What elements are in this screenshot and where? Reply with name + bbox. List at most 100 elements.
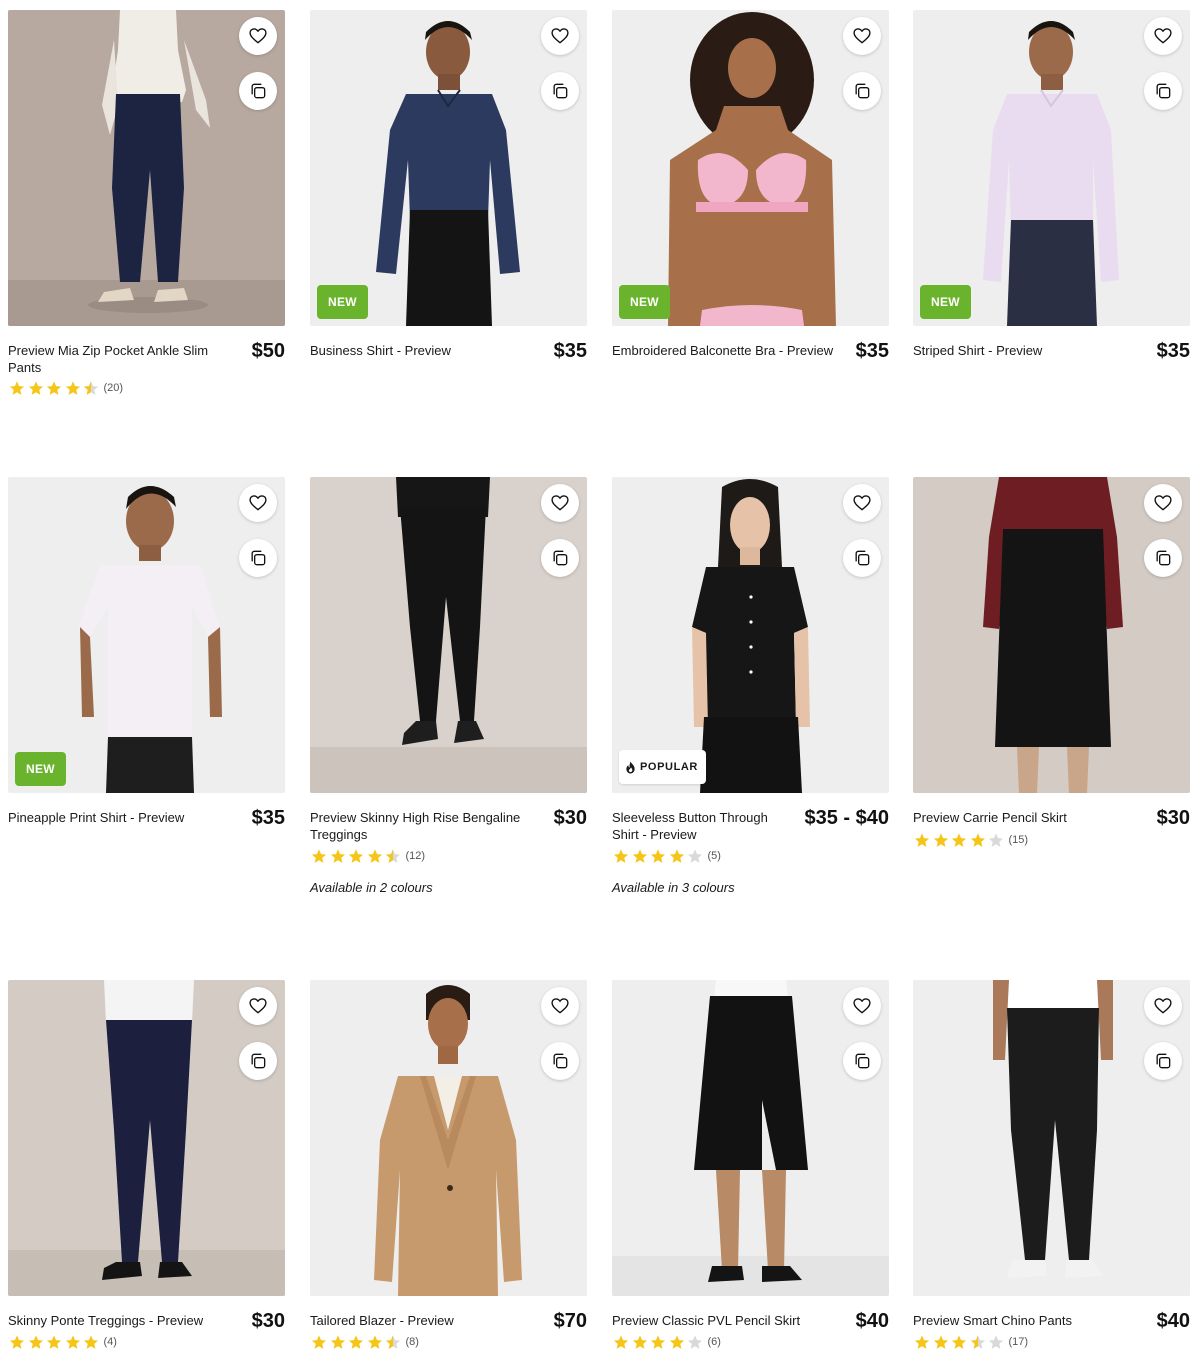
product-image[interactable] — [612, 980, 889, 1296]
star-rating — [913, 832, 1006, 849]
review-count: (17) — [1008, 1336, 1029, 1348]
copy-icon — [855, 83, 870, 99]
product-name[interactable]: Business Shirt - Preview — [310, 342, 522, 359]
star-rating — [913, 1334, 1006, 1351]
product-photo — [310, 10, 587, 326]
product-rating[interactable]: (5) — [612, 847, 721, 865]
star-empty-icon — [988, 832, 1004, 847]
star-rating — [310, 848, 403, 865]
wishlist-button[interactable] — [541, 17, 579, 55]
quick-view-button[interactable] — [1144, 72, 1182, 110]
product-photo — [612, 10, 889, 326]
new-badge: NEW — [317, 285, 368, 319]
product-image[interactable]: POPULAR — [612, 477, 889, 793]
quick-view-button[interactable] — [239, 539, 277, 577]
quick-view-button[interactable] — [239, 72, 277, 110]
product-price: $70 — [553, 1310, 587, 1332]
star-icon — [330, 1334, 345, 1349]
wishlist-button[interactable] — [843, 484, 881, 522]
star-icon — [65, 1334, 80, 1349]
star-empty-icon — [988, 1334, 1004, 1349]
product-image[interactable] — [8, 980, 285, 1296]
star-icon — [914, 832, 930, 847]
product-image[interactable] — [8, 10, 285, 326]
product-name[interactable]: Skinny Ponte Treggings - Preview — [8, 1312, 220, 1329]
product-image[interactable]: NEW — [310, 10, 587, 326]
wishlist-button[interactable] — [541, 484, 579, 522]
star-half-icon — [385, 1334, 401, 1349]
wishlist-button[interactable] — [1144, 987, 1182, 1025]
popular-badge-label: POPULAR — [640, 761, 698, 773]
product-rating[interactable]: (15) — [913, 831, 1028, 849]
quick-view-button[interactable] — [1144, 539, 1182, 577]
wishlist-button[interactable] — [843, 987, 881, 1025]
copy-icon — [855, 1053, 870, 1069]
star-icon — [650, 1334, 666, 1349]
star-icon — [28, 380, 43, 395]
star-rating — [8, 380, 101, 397]
star-icon — [613, 1334, 629, 1349]
star-icon — [367, 1334, 382, 1349]
product-image[interactable]: NEW — [913, 10, 1190, 326]
quick-view-button[interactable] — [843, 72, 881, 110]
product-name[interactable]: Tailored Blazer - Preview — [310, 1312, 522, 1329]
product-image[interactable] — [310, 477, 587, 793]
copy-icon — [251, 83, 266, 99]
product-rating[interactable]: (20) — [8, 379, 123, 397]
quick-view-button[interactable] — [843, 539, 881, 577]
product-name[interactable]: Embroidered Balconette Bra - Preview — [612, 342, 847, 359]
copy-icon — [251, 550, 266, 566]
review-count: (15) — [1008, 834, 1029, 846]
product-rating[interactable]: (6) — [612, 1333, 721, 1351]
quick-view-button[interactable] — [239, 1042, 277, 1080]
product-rating[interactable]: (4) — [8, 1333, 117, 1351]
star-icon — [669, 1334, 684, 1349]
wishlist-button[interactable] — [843, 17, 881, 55]
product-image[interactable]: NEW — [8, 477, 285, 793]
quick-view-button[interactable] — [541, 1042, 579, 1080]
quick-view-button[interactable] — [843, 1042, 881, 1080]
wishlist-button[interactable] — [1144, 484, 1182, 522]
product-name[interactable]: Sleeveless Button Through Shirt - Previe… — [612, 809, 782, 843]
product-image[interactable] — [913, 477, 1190, 793]
quick-view-button[interactable] — [541, 539, 579, 577]
star-icon — [951, 1334, 967, 1349]
product-name[interactable]: Preview Mia Zip Pocket Ankle Slim Pants — [8, 342, 220, 376]
product-name[interactable]: Pineapple Print Shirt - Preview — [8, 809, 220, 826]
wishlist-button[interactable] — [239, 987, 277, 1025]
wishlist-button[interactable] — [239, 484, 277, 522]
star-icon — [613, 848, 629, 863]
product-image[interactable] — [310, 980, 587, 1296]
product-name[interactable]: Preview Smart Chino Pants — [913, 1312, 1125, 1329]
product-photo — [612, 980, 889, 1296]
product-name[interactable]: Preview Classic PVL Pencil Skirt — [612, 1312, 824, 1329]
wishlist-button[interactable] — [1144, 17, 1182, 55]
copy-icon — [1156, 83, 1171, 99]
product-name[interactable]: Preview Skinny High Rise Bengaline Tregg… — [310, 809, 522, 843]
product-rating[interactable]: (12) — [310, 847, 425, 865]
quick-view-button[interactable] — [1144, 1042, 1182, 1080]
heart-icon — [551, 28, 569, 44]
product-rating[interactable]: (8) — [310, 1333, 419, 1351]
product-photo — [8, 980, 285, 1296]
product-photo — [8, 10, 285, 326]
product-name[interactable]: Preview Carrie Pencil Skirt — [913, 809, 1125, 826]
wishlist-button[interactable] — [541, 987, 579, 1025]
wishlist-button[interactable] — [239, 17, 277, 55]
product-photo — [612, 477, 889, 793]
product-price: $35 — [251, 807, 285, 829]
quick-view-button[interactable] — [541, 72, 579, 110]
copy-icon — [553, 1053, 568, 1069]
product-name[interactable]: Striped Shirt - Preview — [913, 342, 1125, 359]
star-icon — [330, 848, 345, 863]
heart-icon — [249, 495, 267, 511]
product-photo — [913, 10, 1190, 326]
copy-icon — [1156, 1053, 1171, 1069]
heart-icon — [551, 998, 569, 1014]
star-icon — [46, 380, 62, 395]
product-image[interactable]: NEW — [612, 10, 889, 326]
star-empty-icon — [687, 1334, 703, 1349]
product-rating[interactable]: (17) — [913, 1333, 1028, 1351]
product-image[interactable] — [913, 980, 1190, 1296]
star-icon — [933, 832, 948, 847]
